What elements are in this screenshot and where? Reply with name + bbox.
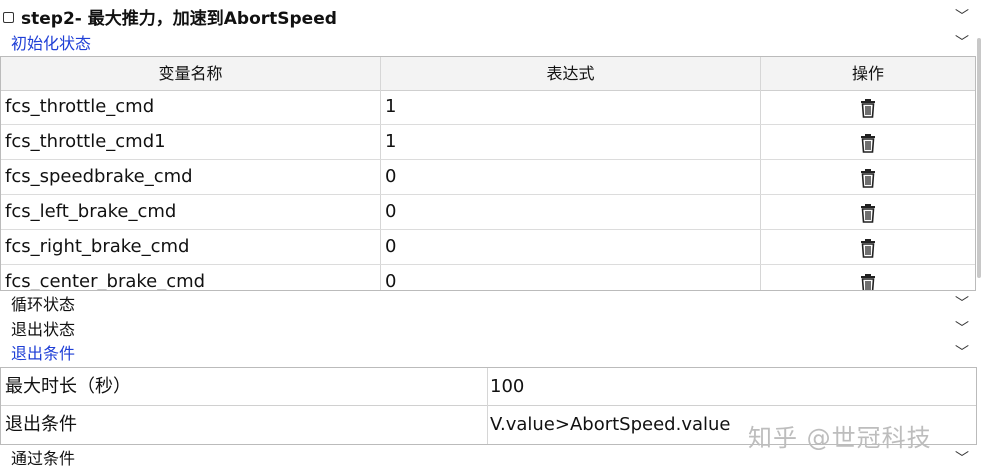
step-checkbox[interactable] <box>3 12 14 23</box>
expression-cell[interactable]: 0 <box>385 160 396 194</box>
exit-value-field[interactable]: V.value>AbortSpeed.value <box>490 406 731 444</box>
table-header: 变量名称 表达式 操作 <box>1 57 975 91</box>
exit-value-field[interactable]: 100 <box>490 368 524 406</box>
init-section-label[interactable]: 初始化状态 <box>11 34 91 54</box>
exit-state-section-chevron-icon[interactable]: ﹀ <box>955 322 969 336</box>
exit-condition-section-chevron-icon[interactable]: ﹀ <box>955 346 969 360</box>
table-row: fcs_left_brake_cmd 0 <box>1 195 975 230</box>
column-header-name: 变量名称 <box>158 64 223 83</box>
table-row: fcs_speedbrake_cmd 0 <box>1 160 975 195</box>
expression-cell[interactable]: 1 <box>385 125 396 159</box>
trash-icon[interactable] <box>859 133 877 153</box>
trash-icon[interactable] <box>859 238 877 258</box>
step-title: step2- 最大推力，加速到AbortSpeed <box>21 9 337 29</box>
variable-name-cell[interactable]: fcs_throttle_cmd <box>5 90 154 124</box>
trash-icon[interactable] <box>859 273 877 290</box>
loop-section-chevron-icon[interactable]: ﹀ <box>955 297 969 311</box>
expression-cell[interactable]: 0 <box>385 265 396 290</box>
step-collapse-chevron-icon[interactable]: ﹀ <box>955 10 969 24</box>
exit-condition-section-label[interactable]: 退出条件 <box>11 344 75 364</box>
table-row: fcs_center_brake_cmd 0 <box>1 265 975 290</box>
variable-name-cell[interactable]: fcs_speedbrake_cmd <box>5 160 193 194</box>
table-row: fcs_throttle_cmd 1 <box>1 90 975 125</box>
variable-name-cell[interactable]: fcs_center_brake_cmd <box>5 265 205 290</box>
trash-icon[interactable] <box>859 98 877 118</box>
expression-cell[interactable]: 1 <box>385 90 396 124</box>
init-section-chevron-icon[interactable]: ﹀ <box>955 36 969 50</box>
exit-key: 退出条件 <box>5 414 77 435</box>
trash-icon[interactable] <box>859 168 877 188</box>
column-divider <box>487 368 488 444</box>
column-header-expression: 表达式 <box>546 64 595 83</box>
table-scrollbar[interactable] <box>977 38 981 278</box>
column-header-action: 操作 <box>851 64 884 83</box>
trash-icon[interactable] <box>859 203 877 223</box>
init-variables-table: 变量名称 表达式 操作 fcs_throttle_cmd 1 fcs_throttl… <box>0 56 976 291</box>
watermark: 知乎 @世冠科技 <box>748 424 932 452</box>
pass-section-chevron-icon[interactable]: ﹀ <box>955 452 969 466</box>
table-row: fcs_throttle_cmd1 1 <box>1 125 975 160</box>
exit-state-section-label[interactable]: 退出状态 <box>11 320 75 340</box>
expression-cell[interactable]: 0 <box>385 230 396 264</box>
expression-cell[interactable]: 0 <box>385 195 396 229</box>
table-row: 最大时长（秒） 100 <box>1 368 976 406</box>
variable-name-cell[interactable]: fcs_throttle_cmd1 <box>5 125 166 159</box>
variable-name-cell[interactable]: fcs_right_brake_cmd <box>5 230 189 264</box>
table-row: fcs_right_brake_cmd 0 <box>1 230 975 265</box>
exit-key: 最大时长（秒） <box>5 376 131 397</box>
variable-name-cell[interactable]: fcs_left_brake_cmd <box>5 195 176 229</box>
pass-section-label[interactable]: 通过条件 <box>11 449 75 469</box>
loop-section-label[interactable]: 循环状态 <box>11 295 75 315</box>
